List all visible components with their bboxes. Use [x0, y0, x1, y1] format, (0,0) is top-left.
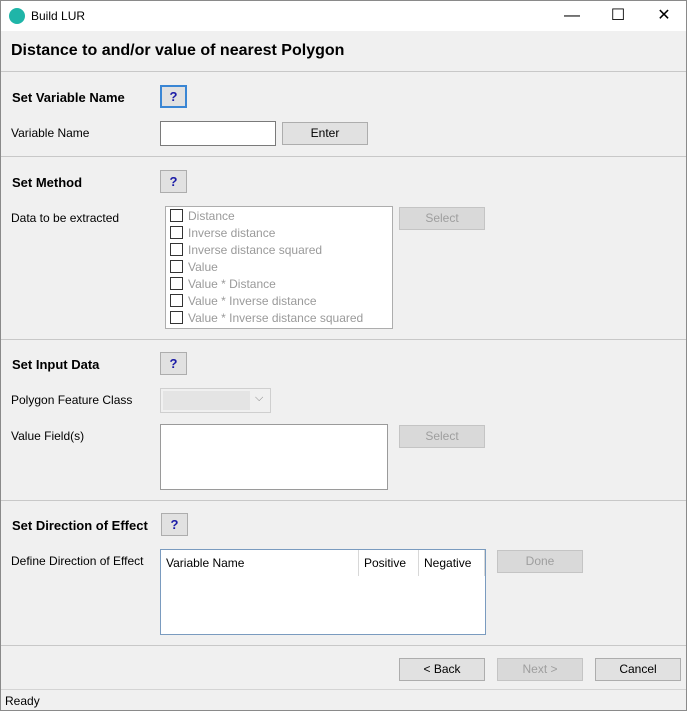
checkbox-icon: [170, 209, 183, 222]
minimize-button[interactable]: —: [549, 1, 595, 31]
checkbox-icon: [170, 311, 183, 324]
cancel-button[interactable]: Cancel: [595, 658, 681, 681]
method-option-value-distance[interactable]: Value * Distance: [170, 277, 276, 294]
checkbox-icon: [170, 226, 183, 239]
divider: [1, 500, 686, 501]
maximize-button[interactable]: ☐: [595, 1, 641, 31]
dropdown-value: [163, 391, 250, 410]
section-title-direction: Set Direction of Effect: [12, 518, 148, 533]
help-button-variable-name[interactable]: ?: [160, 85, 187, 108]
window-title: Build LUR: [31, 9, 86, 23]
status-text: Ready: [5, 694, 40, 708]
section-title-method: Set Method: [12, 175, 83, 190]
variable-name-input[interactable]: [160, 121, 276, 146]
column-header-negative[interactable]: Negative: [419, 550, 485, 576]
value-fields-select-button[interactable]: Select: [399, 425, 485, 448]
polygon-feature-class-label: Polygon Feature Class: [11, 393, 133, 407]
value-fields-label: Value Field(s): [11, 429, 85, 443]
method-option-distance[interactable]: Distance: [170, 209, 235, 226]
next-button[interactable]: Next >: [497, 658, 583, 681]
section-title-input-data: Set Input Data: [12, 357, 100, 372]
back-button[interactable]: < Back: [399, 658, 485, 681]
method-option-inverse-distance[interactable]: Inverse distance: [170, 226, 275, 243]
method-option-value[interactable]: Value: [170, 260, 218, 277]
direction-effect-label: Define Direction of Effect: [11, 554, 144, 568]
column-header-positive[interactable]: Positive: [359, 550, 419, 576]
method-option-inverse-distance-squared[interactable]: Inverse distance squared: [170, 243, 322, 260]
enter-button[interactable]: Enter: [282, 122, 368, 145]
checkbox-icon: [170, 243, 183, 256]
divider: [1, 71, 686, 72]
section-title-variable-name: Set Variable Name: [12, 90, 125, 105]
method-checkbox-list: Distance Inverse distance Inverse distan…: [165, 206, 393, 329]
help-button-direction[interactable]: ?: [161, 513, 188, 536]
help-button-input-data[interactable]: ?: [160, 352, 187, 375]
help-button-method[interactable]: ?: [160, 170, 187, 193]
method-select-button[interactable]: Select: [399, 207, 485, 230]
column-header-variable-name[interactable]: Variable Name: [161, 550, 359, 576]
variable-name-label: Variable Name: [11, 126, 90, 140]
page-title: Distance to and/or value of nearest Poly…: [11, 42, 345, 59]
chevron-down-icon: ⌵: [255, 392, 264, 404]
direction-table[interactable]: Variable Name Positive Negative: [160, 549, 486, 635]
checkbox-icon: [170, 260, 183, 273]
divider: [1, 156, 686, 157]
data-extracted-label: Data to be extracted: [11, 211, 120, 225]
polygon-feature-class-dropdown[interactable]: ⌵: [160, 388, 271, 413]
close-button[interactable]: ✕: [641, 1, 687, 31]
method-option-value-inverse-distance[interactable]: Value * Inverse distance: [170, 294, 317, 311]
value-fields-list[interactable]: [160, 424, 388, 490]
status-divider: [1, 689, 686, 690]
divider: [1, 645, 686, 646]
checkbox-icon: [170, 294, 183, 307]
method-option-value-inverse-distance-squared[interactable]: Value * Inverse distance squared: [170, 311, 363, 328]
app-logo-icon: [9, 8, 25, 24]
build-lur-window: Build LUR — ☐ ✕ Distance to and/or value…: [0, 0, 687, 711]
divider: [1, 339, 686, 340]
title-bar: Build LUR — ☐ ✕: [1, 1, 686, 31]
checkbox-icon: [170, 277, 183, 290]
done-button[interactable]: Done: [497, 550, 583, 573]
